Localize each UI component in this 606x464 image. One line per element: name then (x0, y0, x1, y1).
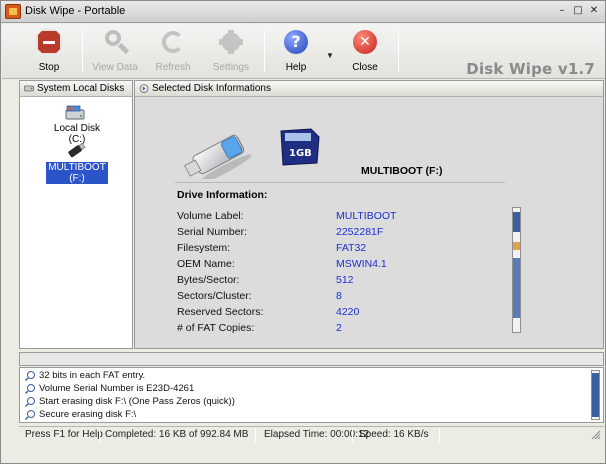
status-speed: Speed: 16 KB/s (359, 429, 429, 440)
info-value-serial: 2252281F (336, 226, 384, 238)
info-label-reserved: Reserved Sectors: (177, 306, 264, 318)
close-window-button[interactable]: ✕ (587, 4, 601, 18)
status-bar: Press F1 for Help Completed: 16 KB of 99… (19, 426, 604, 443)
info-label-volume: Volume Label: (177, 210, 244, 222)
help-button[interactable]: ? Help (265, 24, 327, 78)
refresh-button[interactable]: Refresh (142, 24, 204, 78)
title-bar[interactable]: Disk Wipe - Portable – □ ✕ (1, 1, 605, 23)
log-line: Start erasing disk F:\ (One Pass Zeros (… (25, 396, 235, 407)
info-scrollbar[interactable] (512, 207, 521, 333)
stop-button[interactable]: Stop (18, 24, 80, 78)
panel-header-label: System Local Disks (37, 83, 125, 94)
view-data-label: View Data (92, 62, 138, 73)
settings-label: Settings (212, 62, 250, 73)
refresh-label: Refresh (155, 62, 191, 73)
close-icon: ✕ (352, 29, 378, 55)
help-label: Help (285, 62, 307, 73)
toolbar-separator (398, 30, 399, 72)
log-line-text: 32 bits in each FAT entry. (39, 370, 146, 381)
maximize-button[interactable]: □ (571, 4, 585, 18)
info-label-sectors-cluster: Sectors/Cluster: (177, 290, 252, 302)
card-capacity-label: 1GB (289, 148, 312, 159)
usb-drive-icon[interactable] (65, 140, 87, 160)
info-header-icon (139, 84, 149, 93)
log-entry-icon (25, 410, 35, 420)
info-value-bytes-sector: 512 (336, 274, 354, 286)
help-icon: ? (283, 29, 309, 55)
scroll-track-fill (513, 258, 520, 318)
log-entry-icon (25, 371, 35, 381)
resize-grip-icon[interactable] (591, 430, 601, 440)
divider (175, 182, 505, 183)
log-scrollbar[interactable] (591, 370, 600, 420)
app-icon (5, 4, 21, 19)
status-help: Press F1 for Help (25, 429, 103, 440)
info-value-filesystem: FAT32 (336, 242, 367, 254)
drive-information-heading: Drive Information: (177, 189, 268, 201)
sd-card-illustration-icon: 1GB (280, 128, 320, 166)
hard-drive-icon[interactable] (64, 104, 86, 122)
disk-item-f[interactable]: MULTIBOOT (F:) (46, 162, 108, 184)
disk-item-label: MULTIBOOT (F:) (48, 162, 106, 184)
log-line: Secure erasing disk F:\ (25, 409, 136, 420)
info-scrollbar-thumb[interactable] (513, 212, 520, 232)
panel-header: Selected Disk Informations (135, 81, 603, 97)
log-entry-icon (25, 397, 35, 407)
info-value-reserved: 4220 (336, 306, 360, 318)
log-line: 32 bits in each FAT entry. (25, 370, 145, 381)
toolbar: Stop View Data Refresh Settings ? Help ▼… (2, 24, 605, 79)
erase-progress-bar (19, 352, 604, 366)
info-label-filesystem: Filesystem: (177, 242, 231, 254)
close-button[interactable]: ✕ Close (334, 24, 396, 78)
status-separator (352, 428, 353, 442)
log-line-text: Secure erasing disk F:\ (39, 409, 137, 420)
info-value-sectors-cluster: 8 (336, 290, 342, 302)
drive-title: MULTIBOOT (F:) (361, 165, 443, 177)
usb-stick-illustration-icon (184, 134, 252, 179)
log-entry-icon (25, 384, 35, 394)
log-line: Volume Serial Number is E23D-4261 (25, 383, 194, 394)
brand-title: Disk Wipe v1.7 (466, 60, 595, 78)
refresh-icon (160, 29, 186, 55)
panel-header-label: Selected Disk Informations (152, 83, 271, 94)
status-completed: Completed: 16 KB of 992.84 MB (105, 429, 249, 440)
magnifier-icon (102, 29, 130, 55)
info-label-bytes-sector: Bytes/Sector: (177, 274, 240, 286)
info-label-fat-copies: # of FAT Copies: (177, 322, 255, 334)
status-separator (255, 428, 256, 442)
log-panel: 32 bits in each FAT entry. Volume Serial… (19, 367, 604, 423)
view-data-button[interactable]: View Data (84, 24, 146, 78)
info-value-fat-copies: 2 (336, 322, 342, 334)
settings-button[interactable]: Settings (200, 24, 262, 78)
log-line-text: Volume Serial Number is E23D-4261 (39, 383, 195, 394)
info-value-volume: MULTIBOOT (336, 210, 397, 222)
scroll-marker (513, 242, 520, 250)
info-value-oem: MSWIN4.1 (336, 258, 387, 270)
minimize-button[interactable]: – (555, 4, 569, 18)
toolbar-separator (82, 30, 83, 72)
gear-icon (218, 29, 244, 55)
stop-icon (36, 29, 62, 55)
info-label-serial: Serial Number: (177, 226, 248, 238)
close-label: Close (352, 62, 378, 73)
panel-header: System Local Disks (20, 81, 132, 97)
status-elapsed: Elapsed Time: 00:00:12 (264, 429, 370, 440)
window-title: Disk Wipe - Portable (25, 5, 126, 17)
info-label-oem: OEM Name: (177, 258, 235, 270)
stop-label: Stop (38, 62, 60, 73)
status-separator (99, 428, 100, 442)
disk-wipe-window: Disk Wipe - Portable – □ ✕ Stop View Dat… (0, 0, 606, 464)
log-line-text: Start erasing disk F:\ (One Pass Zeros (… (39, 396, 235, 407)
log-scrollbar-thumb[interactable] (592, 373, 599, 417)
window-controls: – □ ✕ (555, 4, 601, 18)
disk-header-icon (24, 85, 34, 92)
status-separator (439, 428, 440, 442)
